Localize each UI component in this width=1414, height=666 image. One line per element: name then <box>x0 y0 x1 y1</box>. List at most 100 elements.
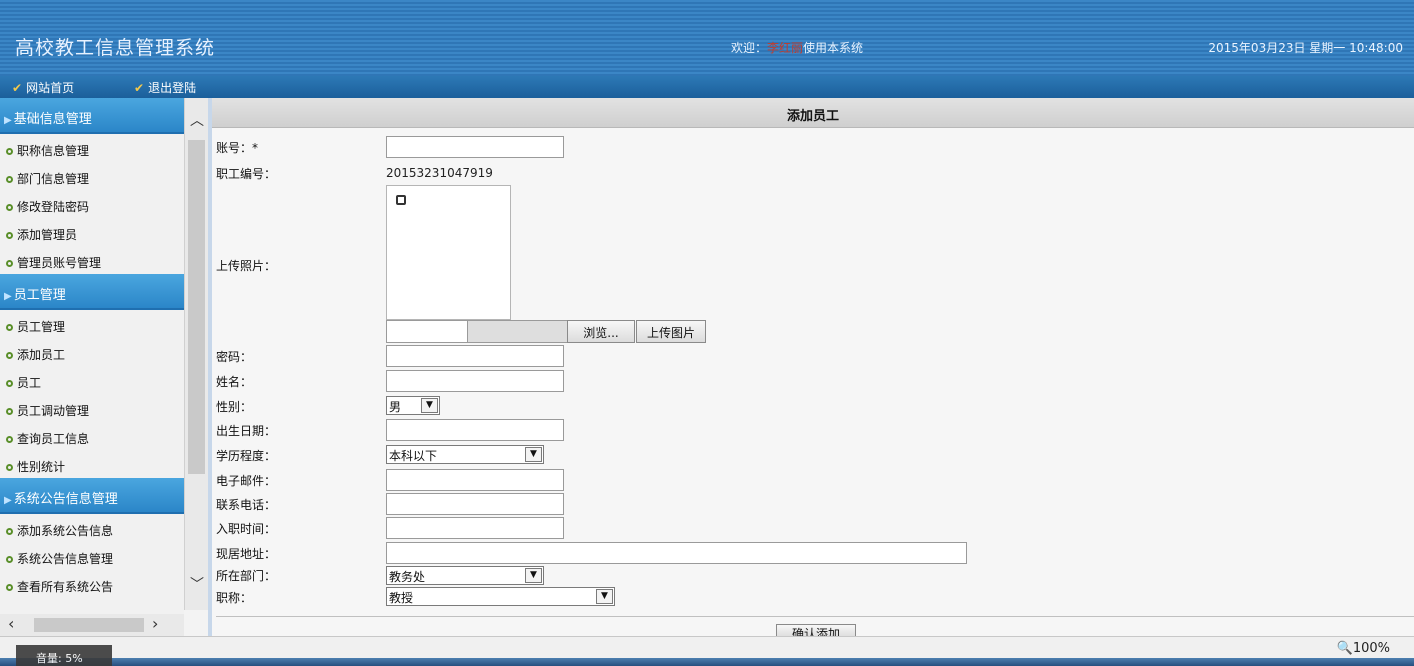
app-title: 高校教工信息管理系统 <box>15 37 216 59</box>
sidebar-item-title-info[interactable]: 职称信息管理 <box>0 134 184 162</box>
gender-selected: 男 <box>389 400 402 414</box>
volume-indicator: 音量: 5% <box>16 645 112 666</box>
hire-date-input[interactable] <box>386 517 564 539</box>
sidebar-item-employee-other[interactable]: 员工 <box>0 366 184 394</box>
gender-select[interactable]: 男 ▼ <box>386 396 440 415</box>
datetime: 2015年03月23日 星期一 10:48:00 <box>1208 41 1403 55</box>
sidebar-item-change-password[interactable]: 修改登陆密码 <box>0 190 184 218</box>
chevron-down-icon[interactable]: ▼ <box>525 568 542 583</box>
chevron-down-icon[interactable]: ▼ <box>525 447 542 462</box>
email-input[interactable] <box>386 469 564 491</box>
circle-bullet-icon <box>6 436 13 443</box>
sidebar-item-label: 管理员账号管理 <box>17 256 102 270</box>
sidebar-item-label: 性别统计 <box>17 460 66 474</box>
circle-bullet-icon <box>6 584 13 591</box>
name-label: 姓名： <box>216 375 253 389</box>
photo-preview <box>386 185 511 320</box>
sidebar-section-announcements[interactable]: ▶ 系统公告信息管理 <box>0 478 184 514</box>
sidebar-item-label: 查询员工信息 <box>17 432 90 446</box>
form-divider <box>216 616 1414 617</box>
name-input[interactable] <box>386 370 564 392</box>
chevron-down-icon[interactable]: ▼ <box>596 589 613 604</box>
home-link[interactable]: ✔ 网站首页 <box>12 79 74 96</box>
education-select[interactable]: 本科以下 ▼ <box>386 445 544 464</box>
password-input[interactable] <box>386 345 564 367</box>
welcome-text: 欢迎：李红丽使用本系统 <box>731 39 863 56</box>
circle-bullet-icon <box>6 528 13 535</box>
chevron-right-icon[interactable]: › <box>152 614 158 633</box>
birthdate-label: 出生日期： <box>216 424 277 438</box>
sidebar-item-view-announcements[interactable]: 查看所有系统公告 <box>0 570 184 598</box>
chevron-down-icon[interactable]: ﹀ <box>185 574 209 598</box>
sidebar-item-label: 添加系统公告信息 <box>17 524 114 538</box>
department-select[interactable]: 教务处 ▼ <box>386 566 544 585</box>
triangle-right-icon: ▶ <box>4 291 12 302</box>
circle-bullet-icon <box>6 148 13 155</box>
upload-image-button[interactable]: 上传图片 <box>636 320 706 343</box>
top-nav: ✔ 网站首页 ✔ 退出登陆 <box>0 76 1414 98</box>
home-link-label: 网站首页 <box>26 81 75 95</box>
scrollbar-thumb[interactable] <box>34 618 144 632</box>
account-input[interactable] <box>386 136 564 158</box>
account-label: 账号：* <box>216 141 259 155</box>
circle-bullet-icon <box>6 324 13 331</box>
sidebar-item-announcement-management[interactable]: 系统公告信息管理 <box>0 542 184 570</box>
circle-bullet-icon <box>6 380 13 387</box>
sidebar-item-employee-transfer[interactable]: 员工调动管理 <box>0 394 184 422</box>
title-select[interactable]: 教授 ▼ <box>386 587 615 606</box>
email-label: 电子邮件： <box>216 474 277 488</box>
sidebar-vertical-scrollbar[interactable]: ︿ ﹀ <box>184 98 208 610</box>
os-taskbar <box>0 658 1414 666</box>
phone-input[interactable] <box>386 493 564 515</box>
scrollbar-thumb[interactable] <box>188 140 205 474</box>
phone-label: 联系电话： <box>216 498 277 512</box>
title-label: 职称： <box>216 591 253 605</box>
circle-bullet-icon <box>6 556 13 563</box>
sidebar-item-search-employee[interactable]: 查询员工信息 <box>0 422 184 450</box>
sidebar-item-label: 添加管理员 <box>17 228 78 242</box>
browse-button[interactable]: 浏览... <box>567 320 635 343</box>
sidebar-item-add-admin[interactable]: 添加管理员 <box>0 218 184 246</box>
check-icon: ✔ <box>12 81 23 95</box>
sidebar-item-gender-stats[interactable]: 性别统计 <box>0 450 184 478</box>
chevron-up-icon[interactable]: ︿ <box>185 110 209 134</box>
chevron-left-icon[interactable]: ‹ <box>8 614 14 633</box>
sidebar-horizontal-scrollbar[interactable]: ‹ › <box>0 614 184 636</box>
browser-statusbar: 🔍100% <box>0 636 1414 658</box>
sidebar-item-department-info[interactable]: 部门信息管理 <box>0 162 184 190</box>
logout-link[interactable]: ✔ 退出登陆 <box>134 79 196 96</box>
circle-bullet-icon <box>6 232 13 239</box>
birthdate-input[interactable] <box>386 419 564 441</box>
sidebar-item-label: 员工调动管理 <box>17 404 90 418</box>
logout-link-label: 退出登陆 <box>148 81 197 95</box>
sidebar-item-add-announcement[interactable]: 添加系统公告信息 <box>0 514 184 542</box>
sidebar-section-employee[interactable]: ▶ 员工管理 <box>0 274 184 310</box>
username: 李红丽 <box>767 41 804 55</box>
sidebar-item-add-employee[interactable]: 添加员工 <box>0 338 184 366</box>
address-input[interactable] <box>386 542 967 564</box>
circle-bullet-icon <box>6 464 13 471</box>
sidebar-item-admin-accounts[interactable]: 管理员账号管理 <box>0 246 184 274</box>
education-label: 学历程度： <box>216 449 277 463</box>
zoom-control[interactable]: 🔍100% <box>1337 641 1390 656</box>
password-label: 密码： <box>216 350 253 364</box>
sidebar-item-label: 职称信息管理 <box>17 144 90 158</box>
header-banner: 高校教工信息管理系统 欢迎：李红丽使用本系统 2015年03月23日 星期一 1… <box>0 0 1414 76</box>
sidebar-item-label: 部门信息管理 <box>17 172 90 186</box>
sidebar-item-employee-management[interactable]: 员工管理 <box>0 310 184 338</box>
gender-label: 性别： <box>216 400 253 414</box>
welcome-suffix: 使用本系统 <box>803 41 864 55</box>
circle-bullet-icon <box>6 204 13 211</box>
triangle-right-icon: ▶ <box>4 495 12 506</box>
address-label: 现居地址： <box>216 547 277 561</box>
sidebar-section-basic-info[interactable]: ▶ 基础信息管理 <box>0 98 184 134</box>
sidebar-item-label: 修改登陆密码 <box>17 200 90 214</box>
sidebar-item-label: 员工 <box>17 376 42 390</box>
employee-no-label: 职工编号： <box>216 167 277 181</box>
section-title: 基础信息管理 <box>13 112 92 127</box>
department-label: 所在部门： <box>216 569 277 583</box>
file-path-input[interactable] <box>386 320 468 343</box>
sidebar-item-label: 查看所有系统公告 <box>17 580 114 594</box>
sidebar: ▶ 基础信息管理 职称信息管理 部门信息管理 修改登陆密码 添加管理员 管理员账号… <box>0 98 184 636</box>
chevron-down-icon[interactable]: ▼ <box>421 398 438 413</box>
